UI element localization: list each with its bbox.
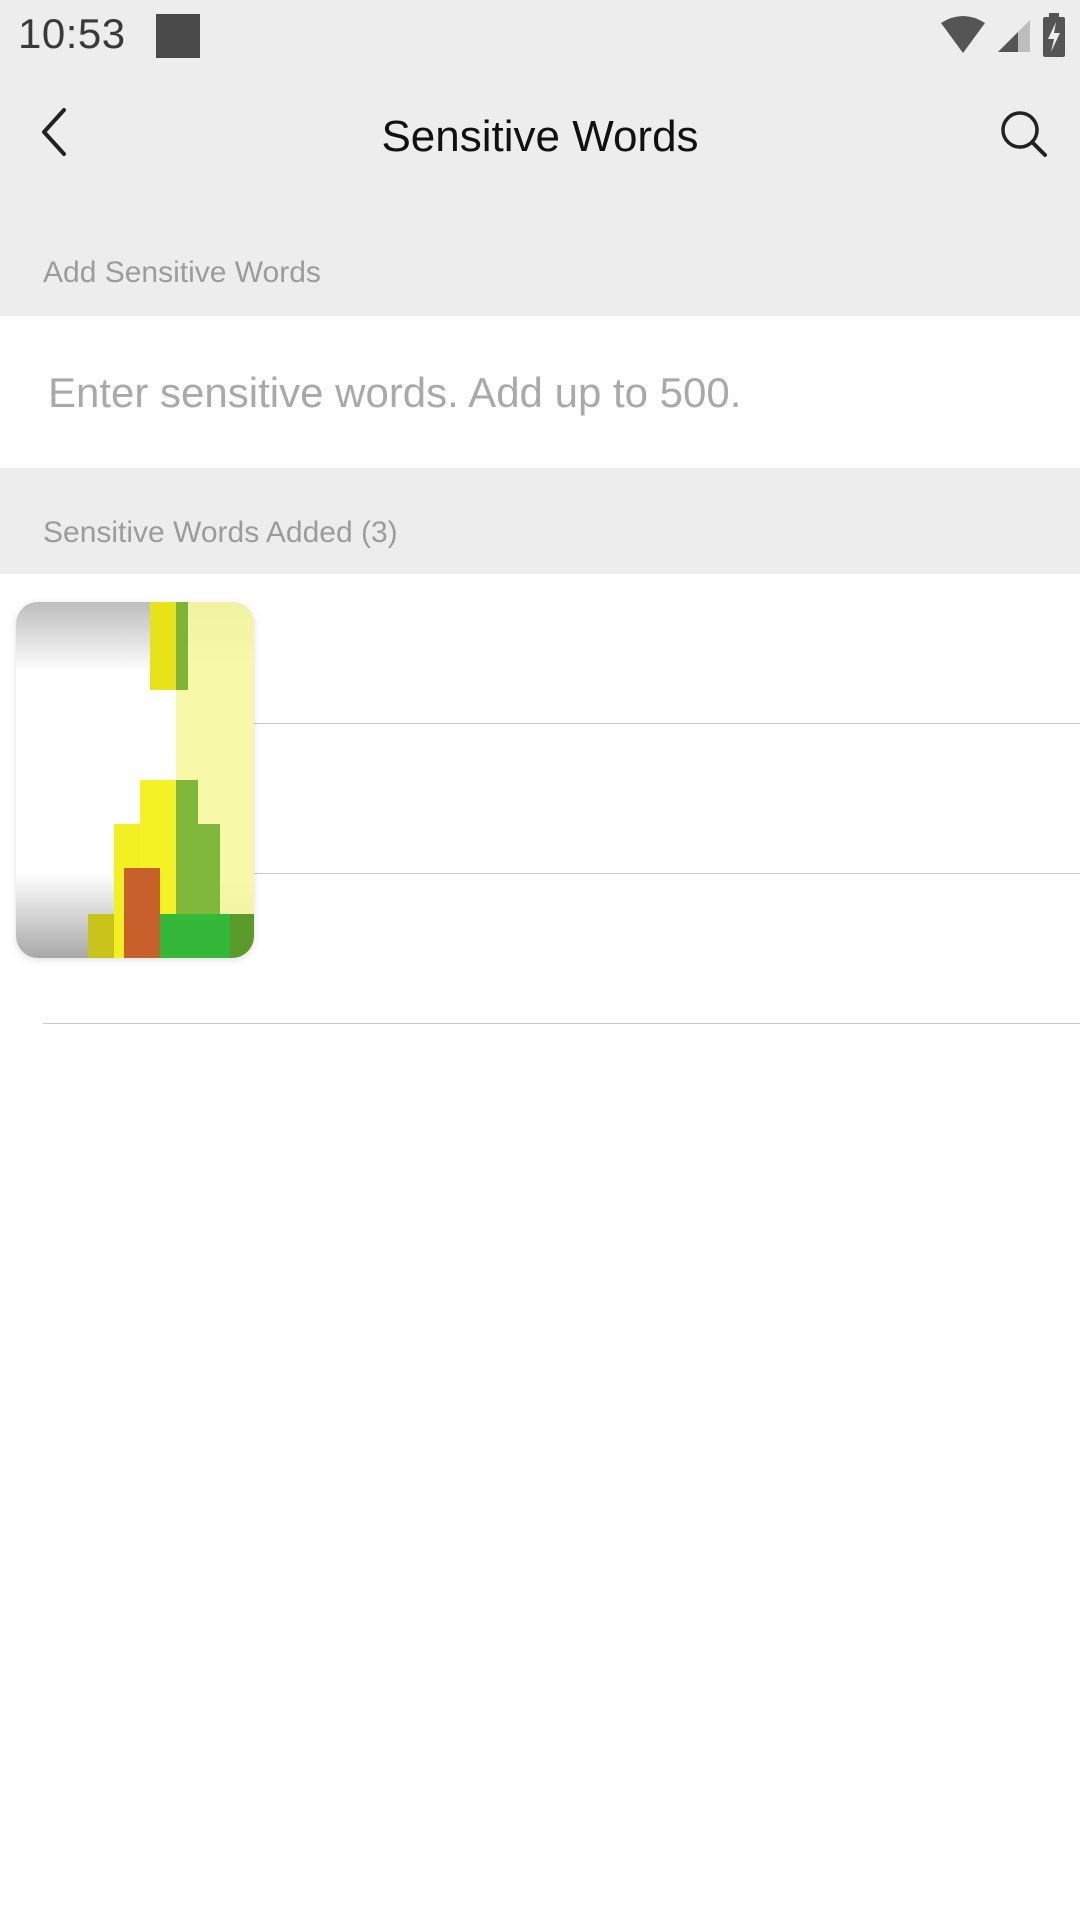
added-section-header: Sensitive Words Added (3)	[0, 468, 1080, 574]
sensitive-word-input[interactable]	[46, 356, 1050, 430]
screen: 10:53 Sensitive Words Add Sensitive Word…	[0, 0, 1080, 1920]
status-time: 10:53	[18, 10, 126, 57]
input-row	[0, 316, 1080, 468]
thumbnail-image-icon	[16, 602, 254, 958]
search-icon	[999, 109, 1049, 164]
app-bar: Sensitive Words	[0, 76, 1080, 202]
status-bar: 10:53	[0, 0, 1080, 76]
notification-icon	[156, 14, 200, 58]
cell-signal-icon	[996, 16, 1032, 59]
battery-icon	[1042, 12, 1066, 62]
added-section-label: Sensitive Words Added (3)	[43, 516, 398, 549]
divider	[43, 1023, 1080, 1024]
status-icons	[940, 12, 1066, 62]
add-section-header: Add Sensitive Words	[0, 202, 1080, 316]
wifi-icon	[940, 15, 986, 60]
search-button[interactable]	[992, 104, 1056, 168]
floating-thumbnail[interactable]	[16, 602, 254, 958]
page-title: Sensitive Words	[381, 112, 699, 161]
add-section-label: Add Sensitive Words	[43, 256, 321, 289]
